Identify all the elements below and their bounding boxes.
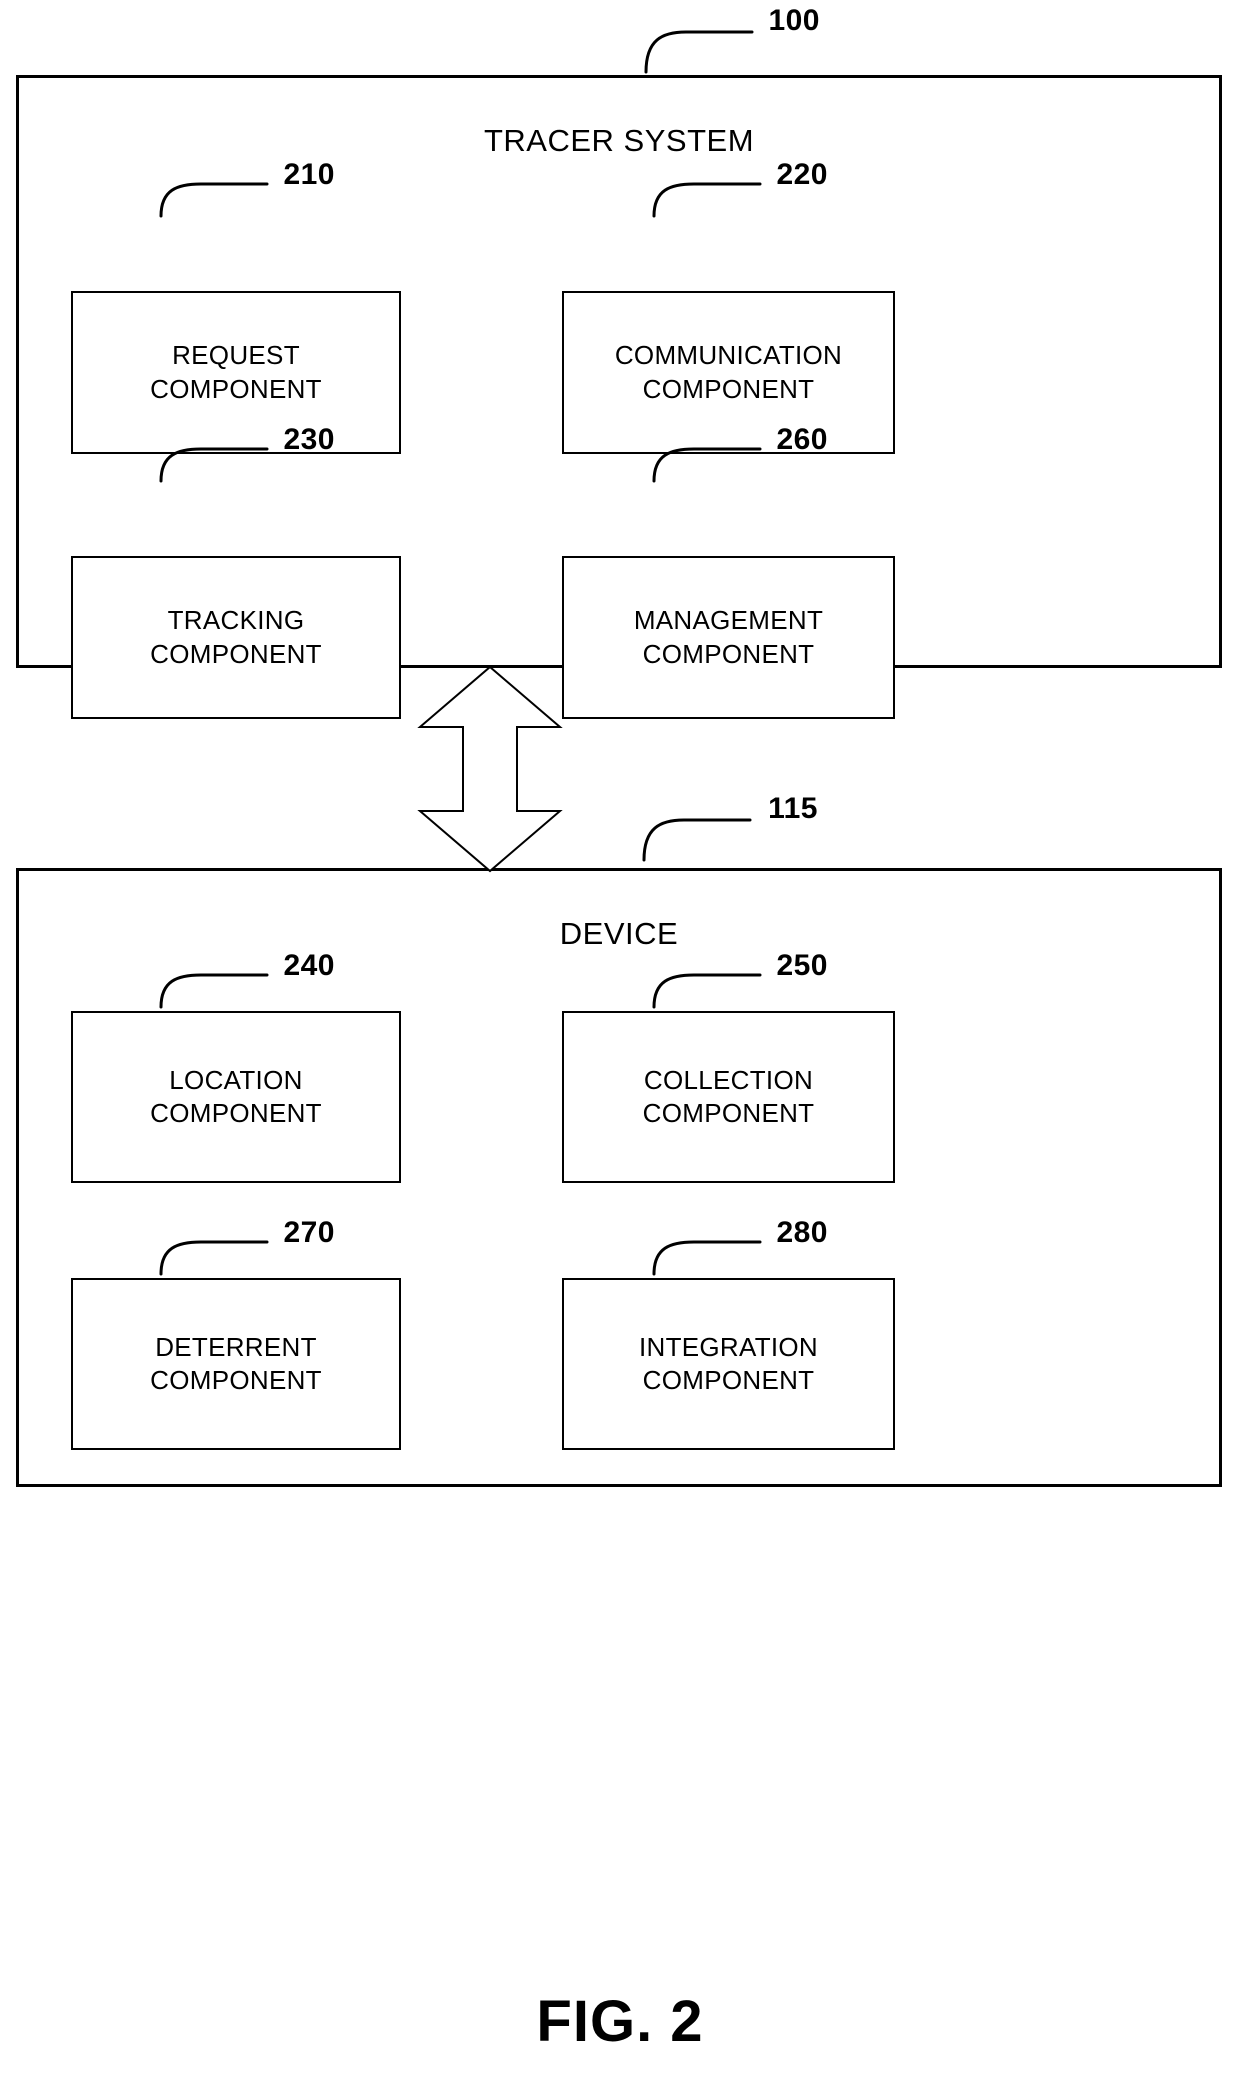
reference-number: 100 — [768, 4, 820, 37]
deterrent-component-box: DETERRENT COMPONENT — [71, 1278, 401, 1450]
tracking-component-box: TRACKING COMPONENT — [71, 556, 401, 719]
tracking-component-label: TRACKING COMPONENT — [150, 605, 322, 669]
device-container: DEVICE LOCATION COMPONENT COLLECTION COM… — [16, 868, 1222, 1487]
patent-figure: TRACER SYSTEM REQUEST COMPONENT COMMUNIC… — [0, 0, 1240, 2098]
deterrent-component-label: DETERRENT COMPONENT — [150, 1331, 322, 1395]
leader-line-icon — [644, 30, 754, 74]
request-component-label: REQUEST COMPONENT — [150, 340, 322, 404]
location-component-box: LOCATION COMPONENT — [71, 1011, 401, 1183]
integration-component-label: INTEGRATION COMPONENT — [638, 1331, 819, 1395]
leader-line-icon — [642, 818, 752, 862]
collection-component-box: COLLECTION COMPONENT — [562, 1011, 895, 1183]
reference-number: 115 — [768, 792, 818, 825]
request-component-box: REQUEST COMPONENT — [71, 291, 401, 454]
management-component-box: MANAGEMENT COMPONENT — [562, 556, 895, 719]
communication-component-label: COMMUNICATION COMPONENT — [614, 340, 843, 404]
tracer-system-title: TRACER SYSTEM — [483, 123, 755, 158]
integration-component-box: INTEGRATION COMPONENT — [562, 1278, 895, 1450]
figure-caption: FIG. 2 — [536, 1989, 704, 2054]
location-component-label: LOCATION COMPONENT — [150, 1064, 322, 1128]
device-title: DEVICE — [559, 916, 679, 951]
management-component-label: MANAGEMENT COMPONENT — [633, 605, 824, 669]
bidirectional-arrow-icon — [400, 665, 580, 873]
reference-callout-115: 115 — [638, 794, 818, 862]
collection-component-label: COLLECTION COMPONENT — [642, 1064, 815, 1128]
tracer-system-container: TRACER SYSTEM REQUEST COMPONENT COMMUNIC… — [16, 75, 1222, 719]
communication-component-box: COMMUNICATION COMPONENT — [562, 291, 895, 454]
reference-callout-100: 100 — [640, 6, 820, 74]
